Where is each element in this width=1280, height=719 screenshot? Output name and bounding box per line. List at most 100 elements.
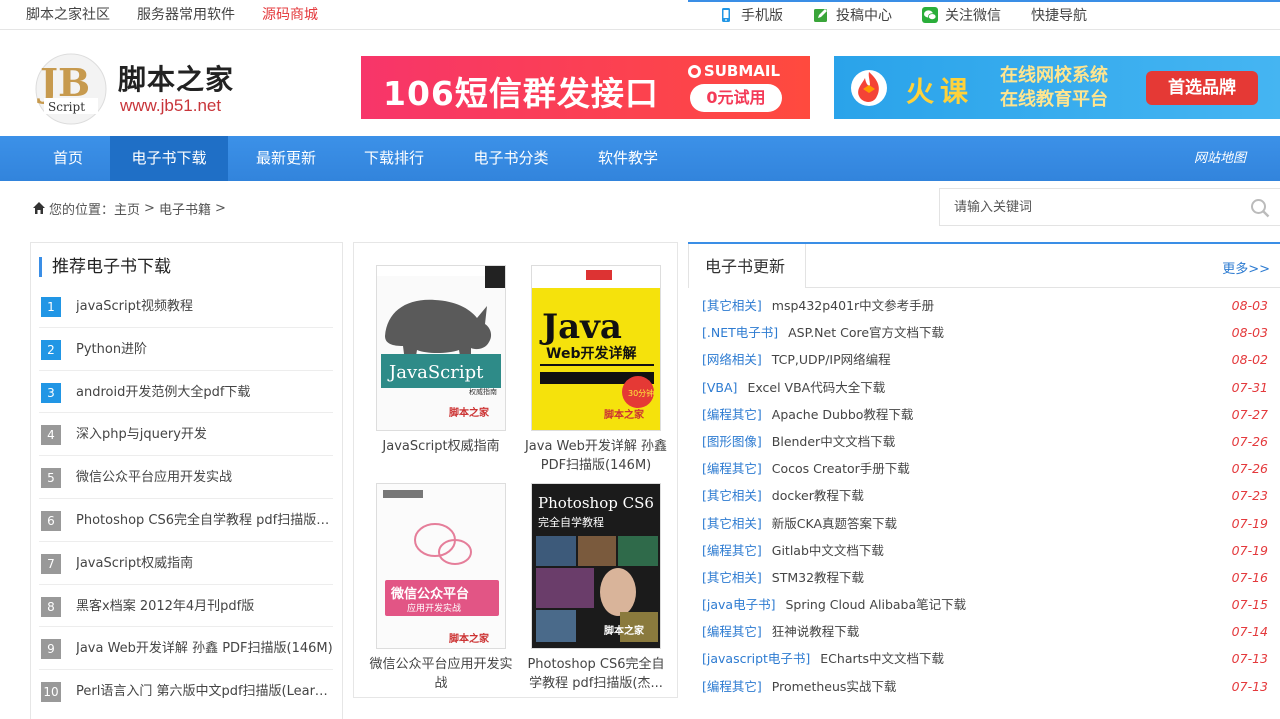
- list-item[interactable]: 7 JavaScript权威指南: [39, 542, 333, 585]
- list-item[interactable]: [编程其它] Prometheus实战下载 07-13: [702, 673, 1274, 700]
- contribute-link[interactable]: 投稿中心: [813, 5, 892, 25]
- list-item[interactable]: [.NET电子书] ASP.Net Core官方文档下载 08-03: [702, 319, 1274, 346]
- update-category[interactable]: [网络相关]: [702, 352, 762, 367]
- list-item[interactable]: [编程其它] 狂神说教程下载 07-14: [702, 618, 1274, 645]
- list-item[interactable]: [java电子书] Spring Cloud Alibaba笔记下载 07-15: [702, 591, 1274, 618]
- search-icon[interactable]: [1250, 198, 1270, 218]
- list-item[interactable]: 2 Python进阶: [39, 328, 333, 371]
- svg-text:30分钟: 30分钟: [628, 388, 654, 398]
- list-item[interactable]: 4 深入php与jquery开发: [39, 413, 333, 457]
- update-category[interactable]: [其它相关]: [702, 516, 762, 531]
- top-link-server-software[interactable]: 服务器常用软件: [137, 4, 235, 24]
- update-title[interactable]: Gitlab中文文档下载: [772, 543, 884, 558]
- update-category[interactable]: [图形图像]: [702, 434, 762, 449]
- site-logo[interactable]: JB Script 脚本之家 www.jb51.net: [34, 52, 254, 126]
- update-title[interactable]: ASP.Net Core官方文档下载: [788, 325, 944, 340]
- breadcrumb-section[interactable]: 电子书籍: [159, 199, 211, 218]
- rank-badge: 9: [41, 639, 61, 660]
- huoke-ad-banner[interactable]: 火课 在线网校系统 在线教育平台 首选品牌: [834, 56, 1280, 119]
- update-title[interactable]: TCP,UDP/IP网络编程: [772, 352, 891, 367]
- update-category[interactable]: [VBA]: [702, 380, 737, 395]
- list-item[interactable]: 1 javaScript视频教程: [39, 285, 333, 328]
- recommend-item-title: android开发范例大全pdf下载: [76, 384, 251, 400]
- recommend-list: 1 javaScript视频教程 2 Python进阶 3 android开发范例大全…: [39, 285, 334, 713]
- book-cover-wechat[interactable]: 微信公众平台 应用开发实战 脚本之家: [376, 483, 506, 649]
- update-title[interactable]: Excel VBA代码大全下载: [747, 380, 885, 395]
- update-category[interactable]: [其它相关]: [702, 488, 762, 503]
- book-cover-photoshop[interactable]: Photoshop CS6 完全自学教程 脚本之家: [531, 483, 661, 649]
- more-link[interactable]: 更多>>: [1222, 258, 1270, 277]
- update-date: 07-19: [1231, 542, 1268, 558]
- list-item[interactable]: [编程其它] Apache Dubbo教程下载 07-27: [702, 401, 1274, 428]
- free-trial-button[interactable]: 0元试用: [690, 84, 782, 112]
- mobile-version-link[interactable]: 手机版: [718, 5, 783, 25]
- update-title[interactable]: Blender中文文档下载: [772, 434, 895, 449]
- huoke-taglines: 在线网校系统 在线教育平台: [1000, 65, 1108, 110]
- list-item[interactable]: [其它相关] msp432p401r中文参考手册 08-03: [702, 292, 1274, 319]
- top-link-source-store[interactable]: 源码商城: [262, 4, 318, 24]
- update-title[interactable]: Cocos Creator手册下载: [772, 461, 910, 476]
- rank-badge: 5: [41, 468, 61, 489]
- list-item[interactable]: 5 微信公众平台应用开发实战: [39, 456, 333, 499]
- update-title[interactable]: STM32教程下载: [772, 570, 864, 585]
- quick-nav-link[interactable]: 快捷导航: [1031, 5, 1087, 25]
- contribute-label: 投稿中心: [836, 8, 892, 24]
- update-category[interactable]: [编程其它]: [702, 461, 762, 476]
- nav-ebook-categories[interactable]: 电子书分类: [458, 136, 564, 181]
- nav-software-tutorials[interactable]: 软件教学: [582, 136, 674, 181]
- book-cover-java[interactable]: Java Web开发详解 30分钟 脚本之家: [531, 265, 661, 431]
- update-category[interactable]: [javascript电子书]: [702, 651, 810, 666]
- search-input[interactable]: [940, 189, 1240, 225]
- photoshop-cover-icon: Photoshop CS6 完全自学教程 脚本之家: [532, 484, 660, 648]
- java-cover-icon: Java Web开发详解 30分钟 脚本之家: [532, 266, 660, 430]
- update-title[interactable]: ECharts中文文档下载: [820, 651, 944, 666]
- update-category[interactable]: [编程其它]: [702, 543, 762, 558]
- update-title[interactable]: msp432p401r中文参考手册: [772, 298, 934, 313]
- list-item[interactable]: [javascript电子书] ECharts中文文档下载 07-13: [702, 645, 1274, 672]
- list-item[interactable]: 6 Photoshop CS6完全自学教程 pdf扫描版(杰诚...: [39, 499, 334, 542]
- update-title[interactable]: 狂神说教程下载: [772, 624, 860, 639]
- update-category[interactable]: [其它相关]: [702, 298, 762, 313]
- nav-download-ranking[interactable]: 下载排行: [348, 136, 440, 181]
- list-item[interactable]: [其它相关] 新版CKA真题答案下载 07-19: [702, 510, 1274, 537]
- update-title[interactable]: 新版CKA真题答案下载: [772, 516, 897, 531]
- nav-latest-updates[interactable]: 最新更新: [240, 136, 332, 181]
- list-item[interactable]: [图形图像] Blender中文文档下载 07-26: [702, 428, 1274, 455]
- update-category[interactable]: [编程其它]: [702, 407, 762, 422]
- list-item[interactable]: 8 黑客x档案 2012年4月刊pdf版: [39, 585, 333, 628]
- nav-ebook-download[interactable]: 电子书下载: [110, 136, 228, 181]
- phone-icon: [722, 8, 730, 22]
- list-item[interactable]: [VBA] Excel VBA代码大全下载 07-31: [702, 374, 1274, 401]
- updates-tab[interactable]: 电子书更新: [688, 244, 806, 288]
- preferred-brand-button[interactable]: 首选品牌: [1146, 71, 1258, 105]
- list-item[interactable]: [网络相关] TCP,UDP/IP网络编程 08-02: [702, 346, 1274, 373]
- list-item[interactable]: 9 Java Web开发详解 孙鑫 PDF扫描版(146M): [39, 627, 333, 671]
- update-category[interactable]: [编程其它]: [702, 679, 762, 694]
- book-cover-javascript[interactable]: JavaScript 权威指南 脚本之家: [376, 265, 506, 431]
- update-category[interactable]: [java电子书]: [702, 597, 775, 612]
- list-item[interactable]: [编程其它] Gitlab中文文档下载 07-19: [702, 537, 1274, 564]
- update-category[interactable]: [.NET电子书]: [702, 325, 778, 340]
- update-title[interactable]: Spring Cloud Alibaba笔记下载: [785, 597, 966, 612]
- update-title[interactable]: Apache Dubbo教程下载: [772, 407, 914, 422]
- sms-ad-banner[interactable]: 106短信群发接口 SUBMAIL 0元试用: [361, 56, 810, 119]
- list-item[interactable]: [编程其它] Cocos Creator手册下载 07-26: [702, 455, 1274, 482]
- list-item[interactable]: [其它相关] docker教程下载 07-23: [702, 482, 1274, 509]
- update-category[interactable]: [其它相关]: [702, 570, 762, 585]
- svg-text:完全自学教程: 完全自学教程: [538, 515, 604, 529]
- nav-home[interactable]: 首页: [30, 136, 106, 181]
- list-item[interactable]: [其它相关] STM32教程下载 07-16: [702, 564, 1274, 591]
- top-link-community[interactable]: 脚本之家社区: [26, 4, 110, 24]
- wechat-cover-icon: 微信公众平台 应用开发实战 脚本之家: [377, 484, 505, 648]
- recommend-item-title: javaScript视频教程: [76, 299, 193, 314]
- update-category[interactable]: [编程其它]: [702, 624, 762, 639]
- follow-wechat-link[interactable]: 关注微信: [922, 5, 1001, 25]
- list-item[interactable]: 3 android开发范例大全pdf下载: [39, 371, 333, 414]
- list-item[interactable]: 10 Perl语言入门 第六版中文pdf扫描版(Learning...: [39, 670, 334, 713]
- breadcrumb-home[interactable]: 主页: [114, 199, 140, 218]
- rhino-cover-icon: JavaScript 权威指南 脚本之家: [377, 266, 505, 430]
- recommend-item-title: Python进阶: [76, 341, 148, 357]
- update-title[interactable]: docker教程下载: [772, 488, 864, 503]
- update-title[interactable]: Prometheus实战下载: [772, 679, 897, 694]
- nav-sitemap[interactable]: 网站地图: [1194, 136, 1246, 181]
